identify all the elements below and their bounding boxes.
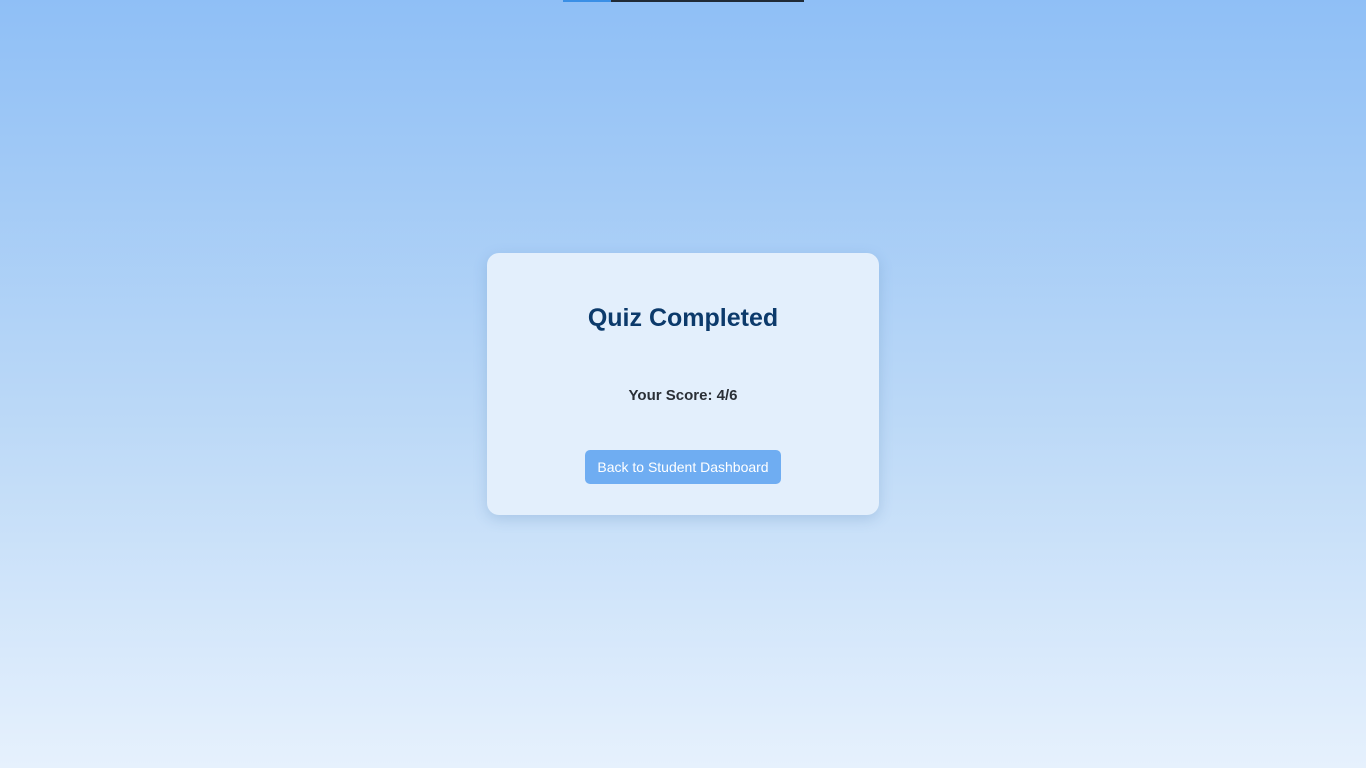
- quiz-progress-bar: [563, 0, 804, 2]
- score-text: Your Score: 4/6: [628, 387, 738, 404]
- quiz-progress-fill: [563, 0, 612, 2]
- result-title: Quiz Completed: [587, 304, 779, 332]
- back-to-dashboard-button[interactable]: Back to Student Dashboard: [585, 450, 781, 484]
- quiz-result-card: Quiz Completed Your Score: 4/6 Back to S…: [487, 253, 879, 515]
